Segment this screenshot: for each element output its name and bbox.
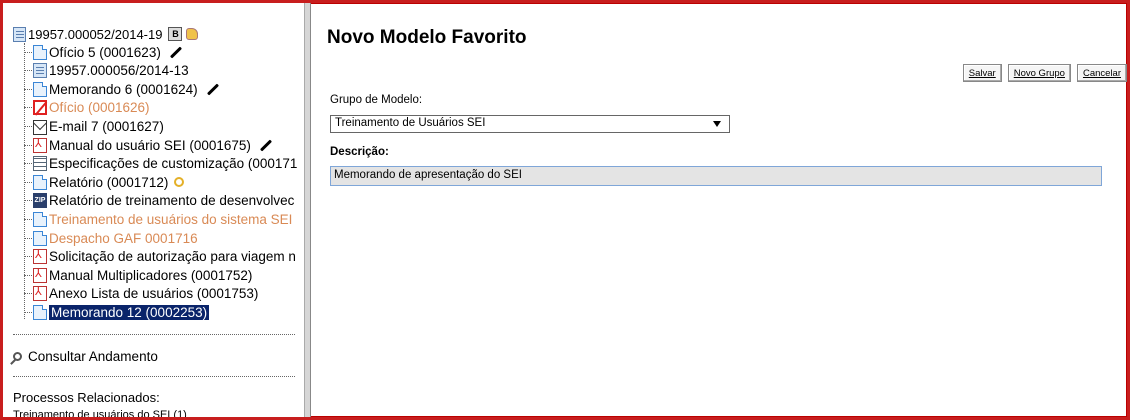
- tree-connector: [24, 274, 32, 276]
- tree-connector: [24, 256, 32, 258]
- tree-item-label: Relatório (0001712): [49, 174, 169, 190]
- tree-item-label: Relatório de treinamento de desenvolvec: [49, 193, 295, 209]
- new-group-button-label: Novo Grupo: [1013, 67, 1065, 79]
- document-icon: [33, 174, 47, 190]
- tree-connector: [24, 88, 32, 90]
- new-group-button[interactable]: Novo Grupo: [1007, 64, 1071, 82]
- document-icon: [33, 230, 47, 246]
- tree-connector: [24, 51, 32, 53]
- tree-item[interactable]: Solicitação de autorização para viagem n: [24, 248, 296, 266]
- page-title: Novo Modelo Favorito: [327, 27, 527, 48]
- tree-item[interactable]: Memorando 12 (0002253): [24, 303, 210, 321]
- related-processes-title: Processos Relacionados:: [13, 390, 160, 405]
- tree-item-label: Solicitação de autorização para viagem n: [49, 249, 296, 265]
- tree-item[interactable]: Relatório de treinamento de desenvolvec: [24, 192, 294, 210]
- tree-item[interactable]: 19957.000056/2014-13: [24, 62, 189, 80]
- process-tree: 19957.000052/2014-19 B Ofício 5 (0001623…: [3, 3, 304, 417]
- tree-item[interactable]: Memorando 6 (0001624): [24, 80, 220, 98]
- document-icon: [33, 44, 47, 60]
- hand-icon: [186, 28, 199, 40]
- tree-item[interactable]: Relatório (0001712): [24, 173, 185, 191]
- tree-connector: [24, 237, 32, 239]
- tree-item-label: Ofício (0001626): [49, 100, 150, 116]
- pdf-icon: [33, 285, 47, 302]
- document-icon: [33, 81, 47, 97]
- divider: [13, 334, 295, 335]
- tree-item-label: Anexo Lista de usuários (0001753): [49, 286, 259, 302]
- tree-connector: [24, 144, 32, 146]
- consultar-andamento-link[interactable]: Consultar Andamento: [13, 349, 158, 364]
- process-icon: [33, 63, 47, 79]
- tree-item[interactable]: E-mail 7 (0001627): [24, 117, 164, 135]
- document-icon: [33, 211, 47, 227]
- spreadsheet-icon: [33, 156, 47, 172]
- window-frame: 19957.000052/2014-19 B Ofício 5 (0001623…: [3, 3, 1127, 417]
- tree-item-label: Manual do usuário SEI (0001675): [49, 137, 251, 153]
- pdf-icon: [33, 248, 47, 265]
- cancelled-icon: [33, 100, 47, 116]
- related-process-link[interactable]: Treinamento de usuários do SEI (1): [13, 409, 187, 417]
- pencil-icon: [206, 83, 219, 96]
- tree-connector: [24, 181, 32, 183]
- tree-connector: [24, 107, 32, 109]
- document-icon: [33, 304, 47, 320]
- tree-item-label: Despacho GAF 0001716: [49, 230, 198, 246]
- tree-item-label: Ofício 5 (0001623): [49, 44, 161, 60]
- tree-connector: [24, 163, 32, 165]
- tree-item[interactable]: Treinamento de usuários do sistema SEI: [24, 210, 292, 228]
- tree-connector: [24, 311, 32, 313]
- tree-item[interactable]: Ofício 5 (0001623): [24, 43, 183, 61]
- zip-icon: [33, 193, 47, 209]
- tree-root-process[interactable]: 19957.000052/2014-19 B: [13, 25, 199, 43]
- tree-item-label: Manual Multiplicadores (0001752): [49, 267, 253, 283]
- description-value: Memorando de apresentação do SEI: [334, 169, 522, 181]
- tree-item[interactable]: Especificações de customização (000171: [24, 155, 297, 173]
- pencil-icon: [169, 45, 182, 59]
- button-bar: Salvar Novo Grupo Cancelar: [962, 64, 1127, 82]
- divider: [13, 376, 295, 377]
- tree-item-label: Especificações de customização (000171: [49, 156, 298, 172]
- tree-item[interactable]: Manual Multiplicadores (0001752): [24, 266, 252, 284]
- tree-connector: [24, 293, 32, 295]
- form-pane: Novo Modelo Favorito Salvar Novo Grupo C…: [310, 3, 1127, 417]
- tree-connector: [24, 200, 32, 202]
- search-icon: [13, 352, 22, 361]
- key-icon: [174, 177, 185, 188]
- b-badge-icon: B: [168, 27, 183, 41]
- save-button[interactable]: Salvar: [962, 64, 1002, 82]
- tree-item[interactable]: Manual do usuário SEI (0001675): [24, 136, 273, 154]
- tree-connector: [24, 125, 32, 127]
- tree-connector: [24, 70, 32, 72]
- pdf-icon: [33, 267, 47, 283]
- tree-root-label: 19957.000052/2014-19: [28, 26, 163, 42]
- tree-item-label: Memorando 12 (0002253): [49, 304, 210, 320]
- tree-item[interactable]: Anexo Lista de usuários (0001753): [24, 285, 258, 303]
- group-select-value: Treinamento de Usuários SEI: [335, 117, 486, 129]
- save-button-label: Salvar: [968, 67, 996, 79]
- tree-connector: [24, 218, 32, 220]
- pdf-icon: [33, 137, 47, 153]
- cancel-button-label: Cancelar: [1082, 67, 1121, 79]
- cancel-button[interactable]: Cancelar: [1076, 64, 1127, 82]
- group-select[interactable]: Treinamento de Usuários SEI: [330, 115, 730, 133]
- description-label: Descrição:: [330, 146, 389, 158]
- description-input[interactable]: Memorando de apresentação do SEI: [330, 166, 1102, 186]
- tree-item[interactable]: Ofício (0001626): [24, 99, 150, 117]
- tree-item[interactable]: Despacho GAF 0001716: [24, 229, 198, 247]
- tree-item-label: Treinamento de usuários do sistema SEI: [49, 211, 293, 227]
- tree-item-label: 19957.000056/2014-13: [49, 63, 189, 79]
- group-label: Grupo de Modelo:: [330, 94, 423, 106]
- dropdown-arrow-icon: [713, 121, 721, 127]
- pencil-icon: [259, 138, 272, 152]
- email-icon: [33, 119, 47, 135]
- tree-item-label: Memorando 6 (0001624): [49, 81, 198, 97]
- tree-item-label: E-mail 7 (0001627): [49, 118, 164, 134]
- consultar-andamento-label: Consultar Andamento: [28, 349, 158, 364]
- process-icon: [13, 26, 26, 42]
